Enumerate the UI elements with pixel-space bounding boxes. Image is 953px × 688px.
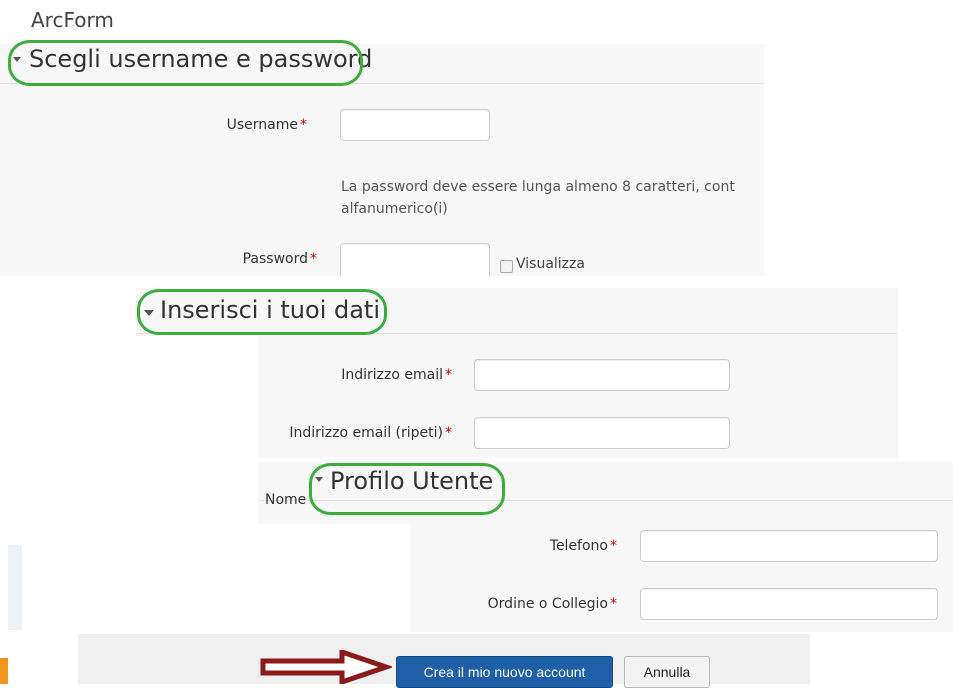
- show-password-label[interactable]: Visualizza: [516, 256, 585, 272]
- highlight-oval: [8, 40, 363, 86]
- orange-edge-marker: [0, 658, 8, 684]
- email-repeat-label: Indirizzo email (ripeti) *: [289, 425, 452, 441]
- order-input[interactable]: [640, 588, 938, 620]
- password-label-text: Password: [242, 251, 308, 267]
- site-title: ArcForm: [31, 8, 114, 32]
- left-edge-strip: [8, 545, 22, 630]
- order-label: Ordine o Collegio *: [488, 596, 617, 612]
- arrow-icon: [260, 650, 392, 684]
- username-label: Username *: [227, 117, 307, 133]
- password-hint-line2: alfanumerico(i): [341, 201, 448, 217]
- email-repeat-input[interactable]: [474, 417, 730, 449]
- create-account-button[interactable]: Crea il mio nuovo account: [396, 656, 613, 688]
- username-label-text: Username: [226, 117, 298, 133]
- name-label-partial: Nome: [265, 492, 307, 508]
- email-repeat-label-text: Indirizzo email (ripeti): [289, 425, 443, 441]
- password-input[interactable]: [340, 243, 490, 276]
- required-marker: *: [445, 367, 452, 383]
- required-marker: *: [310, 251, 317, 267]
- password-hint: La password deve essere lunga almeno 8 c…: [341, 176, 735, 220]
- required-marker: *: [610, 596, 617, 612]
- required-marker: *: [300, 117, 307, 133]
- username-input[interactable]: [340, 109, 490, 141]
- required-marker: *: [610, 538, 617, 554]
- password-label: Password *: [243, 251, 317, 267]
- phone-label-text: Telefono: [549, 538, 608, 554]
- order-label-text: Ordine o Collegio: [487, 596, 608, 612]
- show-password-checkbox[interactable]: [500, 260, 513, 273]
- phone-label: Telefono *: [550, 538, 617, 554]
- required-marker: *: [445, 425, 452, 441]
- email-label-text: Indirizzo email: [341, 367, 443, 383]
- phone-input[interactable]: [640, 530, 938, 562]
- highlight-oval: [137, 289, 387, 335]
- highlight-oval: [309, 463, 505, 515]
- section-mask: [136, 336, 258, 460]
- email-input[interactable]: [474, 359, 730, 391]
- password-hint-line1: La password deve essere lunga almeno 8 c…: [341, 179, 735, 195]
- section-gap: [0, 276, 953, 288]
- cancel-button[interactable]: Annulla: [624, 656, 710, 688]
- email-label: Indirizzo email *: [341, 367, 452, 383]
